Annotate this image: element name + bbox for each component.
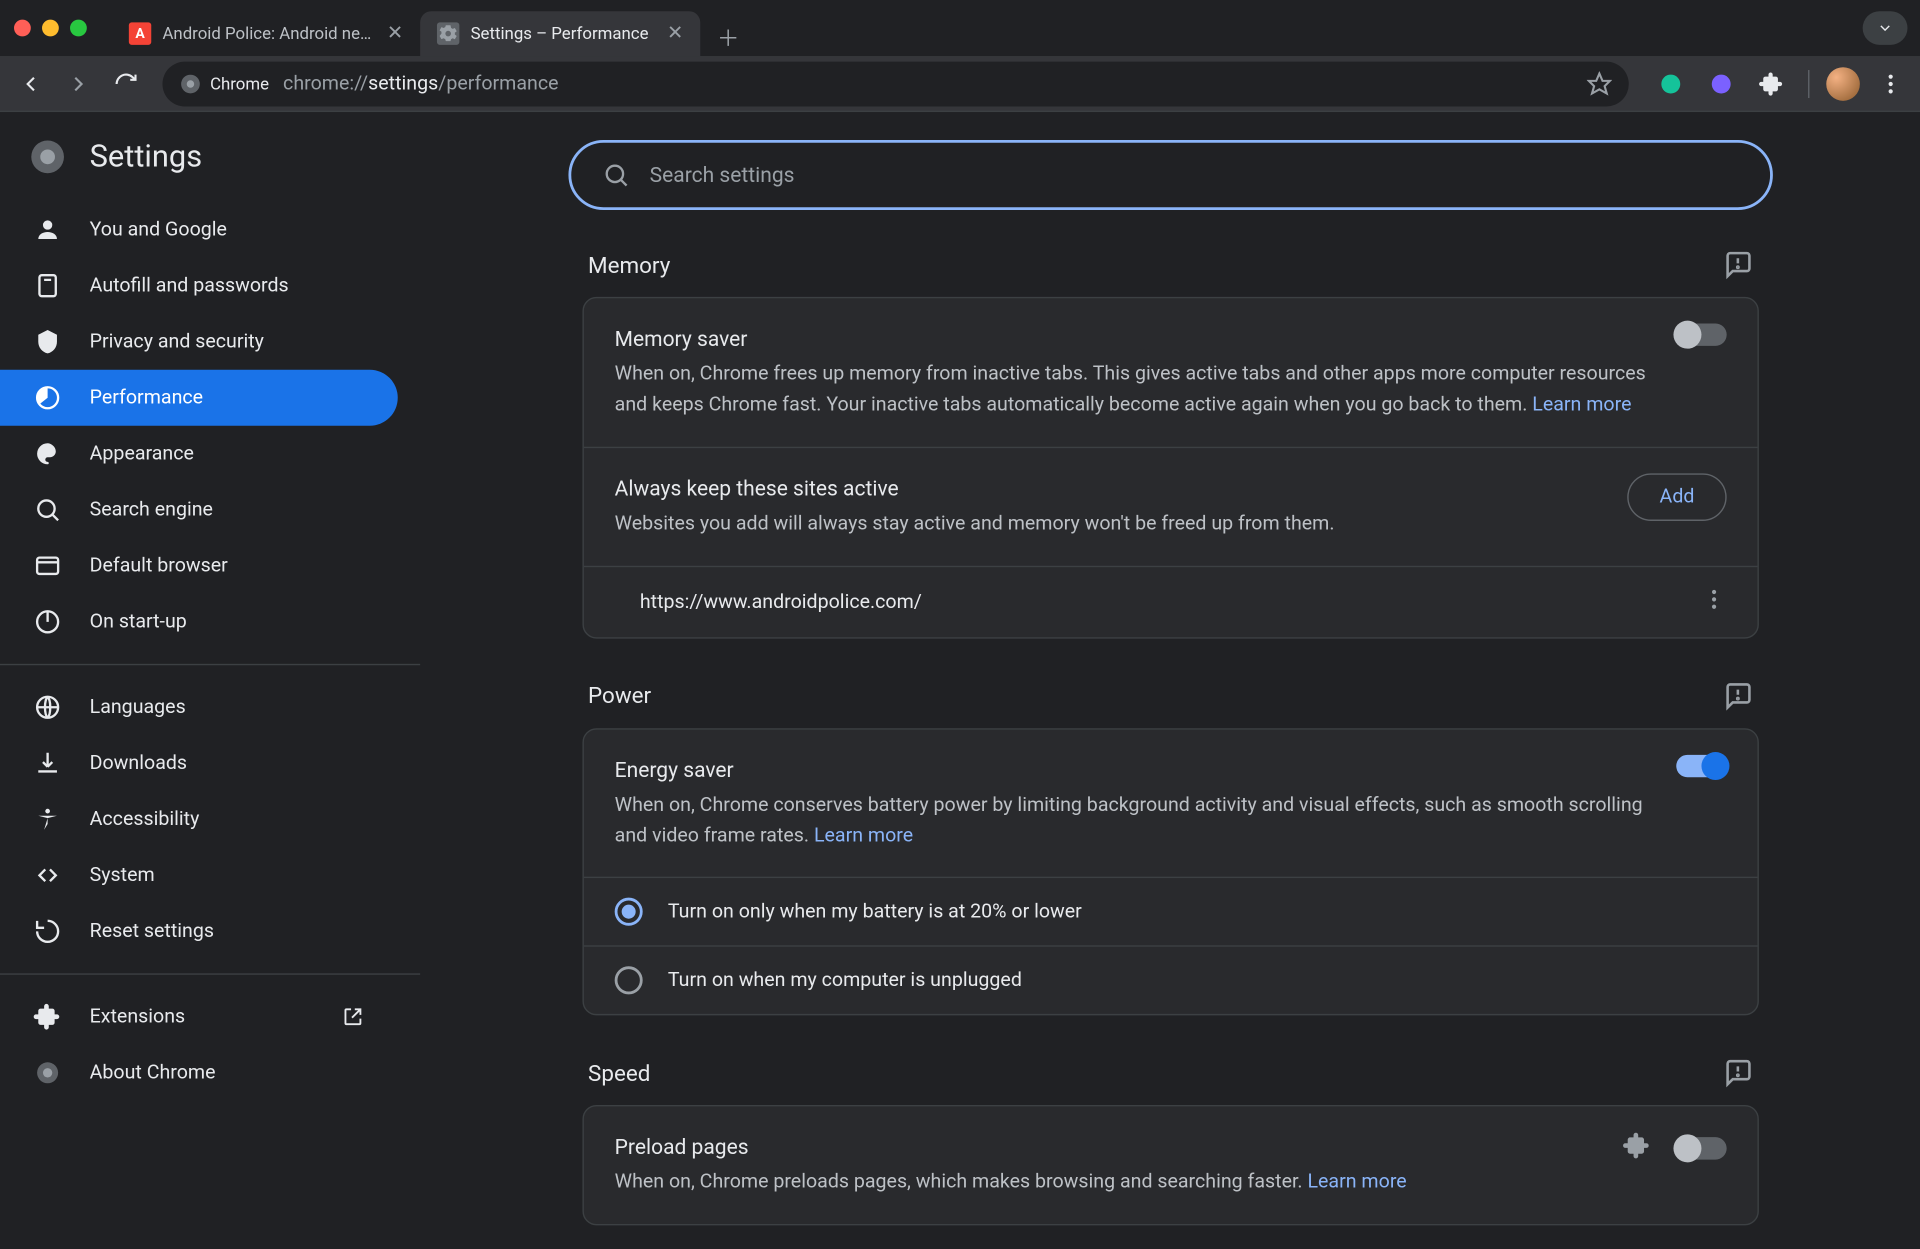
speed-learn-more-link[interactable]: Learn more [1308, 1171, 1407, 1193]
section-header-power: Power [583, 680, 1759, 728]
nav-about-chrome[interactable]: About Chrome [0, 1045, 398, 1101]
power-learn-more-link[interactable]: Learn more [814, 824, 913, 846]
nav-reset-settings[interactable]: Reset settings [0, 903, 398, 959]
settings-search-box[interactable] [569, 140, 1773, 210]
nav-you-and-google[interactable]: You and Google [0, 202, 398, 258]
tab-settings-performance[interactable]: Settings – Performance ✕ [420, 11, 700, 56]
window-minimize-button[interactable] [42, 20, 59, 37]
section-title-power: Power [588, 682, 651, 709]
settings-sidebar: Settings You and Google Autofill and pas… [0, 112, 420, 1248]
memory-saver-toggle[interactable] [1676, 324, 1726, 346]
settings-main: Memory Memory saver When on, Chrome free… [420, 112, 1920, 1248]
gear-icon [437, 22, 459, 44]
energy-saver-title: Energy saver [615, 754, 1649, 787]
nav-on-start-up[interactable]: On start-up [0, 594, 398, 650]
external-link-icon [342, 1006, 364, 1028]
memory-saver-desc: When on, Chrome frees up memory from ina… [615, 363, 1646, 416]
settings-search-input[interactable] [650, 162, 1740, 187]
window-titlebar: A Android Police: Android news ✕ Setting… [0, 0, 1920, 56]
section-title-speed: Speed [588, 1060, 650, 1087]
always-active-site-row: https://www.androidpolice.com/ [584, 565, 1758, 636]
memory-learn-more-link[interactable]: Learn more [1532, 393, 1631, 415]
url-text: chrome://settings/performance [283, 72, 558, 94]
nav-downloads[interactable]: Downloads [0, 735, 398, 791]
settings-title: Settings [90, 139, 203, 174]
extension-indicator-icon[interactable] [1623, 1132, 1651, 1166]
site-chip-label: Chrome [210, 74, 269, 94]
nav-appearance[interactable]: Appearance [0, 426, 398, 482]
chrome-icon [179, 72, 201, 94]
preload-pages-desc: When on, Chrome preloads pages, which ma… [615, 1171, 1308, 1193]
tab-overview-button[interactable] [1863, 11, 1908, 45]
feedback-icon[interactable] [1723, 680, 1754, 711]
extension-purple-icon[interactable] [1702, 64, 1741, 103]
radio-label: Turn on only when my battery is at 20% o… [668, 901, 1082, 923]
address-bar[interactable]: Chrome chrome://settings/performance [162, 61, 1628, 106]
section-title-memory: Memory [588, 251, 670, 278]
power-card: Energy saver When on, Chrome conserves b… [583, 728, 1759, 1016]
preload-pages-title: Preload pages [615, 1132, 1595, 1165]
site-chip[interactable]: Chrome [179, 72, 269, 94]
window-controls [14, 20, 87, 37]
browser-toolbar: Chrome chrome://settings/performance [0, 56, 1920, 112]
window-close-button[interactable] [14, 20, 31, 37]
site-more-button[interactable] [1702, 586, 1727, 617]
separator [1808, 69, 1809, 97]
preload-pages-toggle[interactable] [1676, 1137, 1726, 1159]
nav-performance[interactable]: Performance [0, 370, 398, 426]
new-tab-button[interactable]: ＋ [709, 17, 748, 56]
add-site-button[interactable]: Add [1627, 473, 1726, 521]
section-header-memory: Memory [583, 249, 1759, 297]
nav-autofill-and-passwords[interactable]: Autofill and passwords [0, 258, 398, 314]
extensions-button[interactable] [1752, 64, 1791, 103]
energy-saver-desc: When on, Chrome conserves battery power … [615, 794, 1643, 847]
nav-default-browser[interactable]: Default browser [0, 538, 398, 594]
tab-title: Settings – Performance [471, 24, 656, 44]
nav-privacy-and-security[interactable]: Privacy and security [0, 314, 398, 370]
radio-label: Turn on when my computer is unplugged [668, 969, 1022, 991]
speed-card: Preload pages When on, Chrome preloads p… [583, 1105, 1759, 1225]
radio-battery-20[interactable]: Turn on only when my battery is at 20% o… [584, 877, 1758, 946]
chrome-icon [28, 137, 67, 176]
back-button[interactable] [11, 64, 50, 103]
nav-system[interactable]: System [0, 847, 398, 903]
nav-languages[interactable]: Languages [0, 679, 398, 735]
nav-accessibility[interactable]: Accessibility [0, 791, 398, 847]
settings-brand: Settings [0, 137, 420, 201]
nav-extensions[interactable]: Extensions [0, 989, 398, 1045]
tab-title: Android Police: Android news [162, 24, 375, 44]
feedback-icon[interactable] [1723, 1058, 1754, 1089]
menu-button[interactable] [1871, 64, 1910, 103]
profile-avatar[interactable] [1826, 67, 1860, 101]
window-maximize-button[interactable] [70, 20, 87, 37]
feedback-icon[interactable] [1723, 249, 1754, 280]
search-icon [602, 161, 630, 189]
separator [0, 664, 420, 665]
radio-unplugged[interactable]: Turn on when my computer is unplugged [584, 946, 1758, 1015]
separator [0, 973, 420, 974]
close-icon[interactable]: ✕ [387, 22, 403, 44]
radio-icon [615, 898, 643, 926]
always-active-title: Always keep these sites active [615, 473, 1600, 506]
energy-saver-toggle[interactable] [1676, 754, 1726, 776]
nav-search-engine[interactable]: Search engine [0, 482, 398, 538]
always-active-desc: Websites you add will always stay active… [615, 512, 1335, 534]
extension-grammarly-icon[interactable] [1651, 64, 1690, 103]
reload-button[interactable] [106, 64, 145, 103]
close-icon[interactable]: ✕ [667, 22, 683, 44]
tab-favicon: A [129, 22, 151, 44]
memory-card: Memory saver When on, Chrome frees up me… [583, 297, 1759, 638]
site-url: https://www.androidpolice.com/ [640, 590, 922, 612]
memory-saver-title: Memory saver [615, 324, 1649, 357]
radio-icon [615, 967, 643, 995]
tab-android-police[interactable]: A Android Police: Android news ✕ [112, 11, 420, 56]
forward-button[interactable] [59, 64, 98, 103]
section-header-speed: Speed [583, 1058, 1759, 1106]
bookmark-icon[interactable] [1587, 71, 1612, 96]
